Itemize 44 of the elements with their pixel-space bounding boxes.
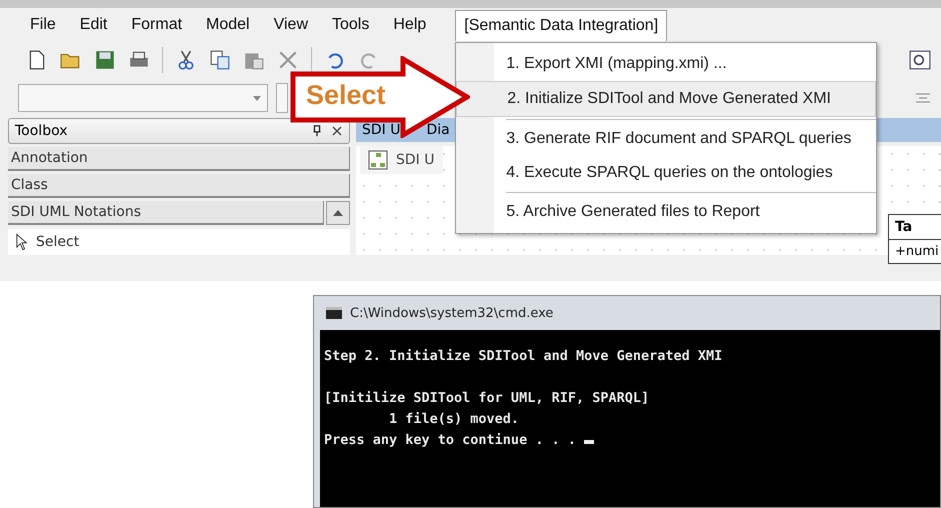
toolbox-section[interactable]: SDI UML Notations: [8, 201, 324, 225]
tab-label: Dia: [426, 121, 450, 140]
diagram-icon: [368, 150, 388, 170]
console-line: [Initilize SDITool for UML, RIF, SPARQL]: [324, 389, 650, 408]
console-line: Press any key to continue . . .: [324, 430, 936, 451]
close-icon[interactable]: [331, 125, 343, 137]
dropdown-item[interactable]: 1. Export XMI (mapping.xmi) ...: [456, 46, 876, 80]
console-line: 1 file(s) moved.: [388, 410, 520, 429]
class-attribute: +numi: [894, 243, 940, 261]
dropdown-item[interactable]: 3. Generate RIF document and SPARQL queries: [456, 122, 876, 156]
collapse-button[interactable]: [326, 201, 350, 225]
copy-icon[interactable]: [209, 49, 231, 71]
tab-label: SDI U: [362, 121, 400, 140]
align-icon[interactable]: [915, 92, 931, 104]
menu-item[interactable]: Format: [131, 12, 182, 38]
menu-item[interactable]: Help: [393, 12, 426, 38]
menu-item[interactable]: Model: [206, 12, 250, 38]
dropdown-field[interactable]: [18, 84, 268, 112]
console-icon: [326, 307, 342, 319]
menu-item[interactable]: View: [274, 12, 308, 38]
menu-item[interactable]: File: [30, 12, 56, 38]
menu-item[interactable]: Tools: [332, 12, 370, 38]
delete-icon[interactable]: [277, 49, 299, 71]
triangle-up-icon: [333, 210, 343, 216]
window-title: C:\Windows\system32\cmd.exe: [350, 306, 554, 320]
zoom-window-icon[interactable]: [909, 49, 931, 71]
input-field[interactable]: [276, 83, 288, 113]
console-line: Step 2. Initialize SDITool and Move Generated XMI: [324, 347, 724, 366]
class-title: Ta: [889, 215, 941, 240]
panel-title: Toolbox: [15, 123, 68, 139]
dropdown-item[interactable]: 4. Execute SPARQL queries on the ontologies: [456, 156, 876, 190]
toolbox-item[interactable]: Select: [8, 229, 350, 255]
toolbox-section[interactable]: Class: [8, 174, 350, 198]
menu-item[interactable]: Edit: [80, 12, 108, 38]
caret-icon: [253, 96, 261, 100]
pointer-icon: [16, 233, 28, 251]
toolbox-section[interactable]: Annotation: [8, 147, 350, 171]
diagram-subtab[interactable]: SDI U: [360, 146, 442, 174]
dropdown-item[interactable]: 2. Initialize SDITool and Move Generated XMI: [456, 80, 876, 116]
save-icon[interactable]: [94, 49, 116, 71]
pin-icon[interactable]: [311, 125, 323, 137]
menu-item[interactable]: [Semantic Data Integration]: [455, 10, 668, 40]
callout-label: Select: [306, 80, 386, 111]
dropdown-item[interactable]: 5. Archive Generated files to Report: [456, 194, 876, 228]
